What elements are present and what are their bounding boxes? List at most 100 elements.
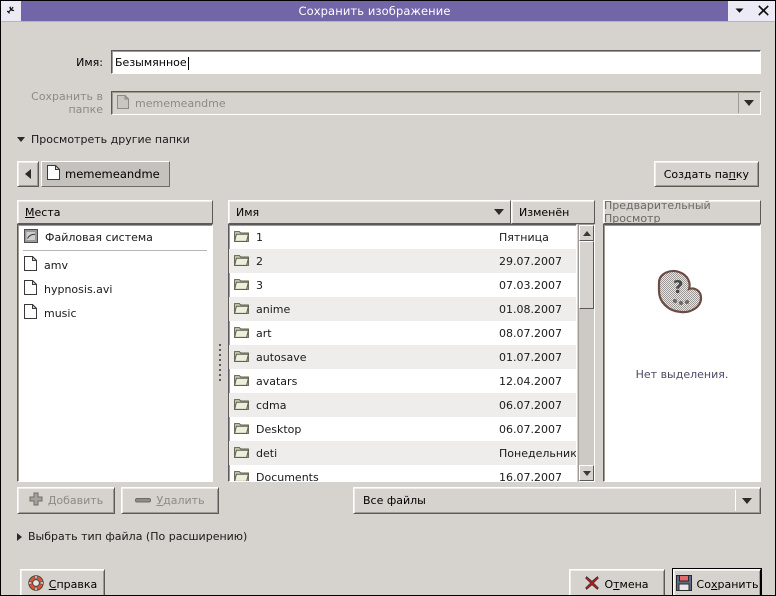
file-name-label: 1 — [256, 231, 263, 244]
window-title: Сохранить изображение — [21, 4, 728, 18]
window-controls — [728, 1, 775, 21]
text-caret — [188, 57, 189, 70]
add-bookmark-label: Добавить — [48, 494, 103, 507]
place-item-filesystem[interactable]: Файловая система — [18, 225, 212, 249]
column-header-name[interactable]: Имя — [228, 200, 511, 224]
window-menu-icon — [735, 6, 744, 17]
scroll-down-button[interactable] — [579, 465, 594, 481]
places-list[interactable]: Файловая система amv — [17, 224, 213, 482]
arrow-down-icon — [583, 471, 591, 476]
pathbar: mememeandme — [17, 161, 170, 187]
path-back-button[interactable] — [17, 161, 39, 187]
file-row[interactable]: detiПонедельник — [229, 441, 576, 465]
create-folder-button[interactable]: Создать папку — [654, 161, 759, 187]
files-list[interactable]: 1 Пятница 229.07.2007307.03.2007 anime 01.08… — [228, 224, 577, 482]
file-row[interactable]: 229.07.2007 — [229, 249, 576, 273]
file-icon — [117, 95, 129, 112]
file-row[interactable]: cdma06.07.2007 — [229, 393, 576, 417]
place-item-amv[interactable]: amv — [18, 253, 212, 277]
cross-icon — [585, 576, 599, 593]
window-menu-button[interactable] — [731, 2, 749, 20]
save-image-dialog: Сохранить изображение Имя: Безымянное — [0, 0, 776, 596]
breadcrumb-mememeandme[interactable]: mememeandme — [41, 161, 170, 187]
file-name-cell: Desktop — [229, 421, 492, 437]
file-name-cell: cdma — [229, 397, 492, 413]
help-button-label: Справка — [49, 578, 97, 591]
filetype-expander[interactable]: Выбрать тип файла (По расширению) — [17, 530, 247, 543]
file-name-label: Documents — [256, 471, 319, 483]
window-pin-button[interactable] — [1, 1, 21, 21]
file-modified-cell: 12.04.2007 — [492, 375, 576, 388]
file-modified-cell: 01.07.2007 — [492, 351, 576, 364]
folder-dropdown-button[interactable] — [738, 93, 759, 113]
file-name-cell: 2 — [229, 253, 492, 269]
files-scrollbar[interactable] — [578, 224, 595, 482]
file-icon — [24, 280, 37, 298]
folder-label: Сохранить в папке — [1, 90, 111, 116]
file-filter-dropdown-button[interactable] — [735, 490, 758, 511]
file-name-label: art — [256, 327, 272, 340]
save-in-folder-combo[interactable]: mememeandme — [111, 91, 761, 115]
triangle-left-icon — [25, 169, 31, 179]
folder-icon — [234, 397, 249, 413]
file-row[interactable]: 307.03.2007 — [229, 273, 576, 297]
help-button[interactable]: Справка — [20, 569, 105, 596]
file-name-cell: Documents — [229, 469, 492, 482]
file-name-cell: autosave — [229, 349, 492, 365]
close-button[interactable] — [754, 2, 772, 20]
place-item-label: Файловая система — [45, 231, 153, 244]
file-row[interactable]: Desktop06.07.2007 — [229, 417, 576, 441]
file-row[interactable]: Documents 16.07.2007 — [229, 465, 576, 482]
save-button-label: Сохранить — [697, 578, 759, 591]
place-item-label: amv — [44, 259, 68, 272]
column-header-modified[interactable]: Изменён — [511, 200, 595, 224]
browse-folders-expander[interactable]: Просмотреть другие папки — [17, 133, 190, 146]
preview-body: ? Нет выделения. — [603, 224, 761, 482]
remove-bookmark-button[interactable]: Удалить — [121, 487, 219, 514]
preview-pane: Предварительный Просмотр ? — [603, 200, 761, 482]
column-header-modified-label: Изменён — [519, 206, 569, 219]
file-row[interactable]: art08.07.2007 — [229, 321, 576, 345]
file-row[interactable]: 1 Пятница — [229, 225, 576, 249]
file-filter-combo[interactable]: Все файлы — [353, 487, 761, 514]
pane-splitter-handle[interactable] — [217, 340, 223, 384]
places-header: Места — [17, 200, 213, 224]
plus-shape-icon — [29, 492, 43, 509]
breadcrumb-label: mememeandme — [65, 167, 160, 181]
file-icon — [24, 304, 37, 322]
file-row[interactable]: autosave01.07.2007 — [229, 345, 576, 369]
file-row[interactable]: avatars12.04.2007 — [229, 369, 576, 393]
file-modified-cell: 01.08.2007 — [492, 303, 576, 316]
scrollbar-track[interactable] — [579, 241, 594, 465]
folder-icon — [234, 301, 249, 317]
place-item-hypnosis-avi[interactable]: hypnosis.avi — [18, 277, 212, 301]
folder-row: Сохранить в папке mememeandme — [1, 90, 776, 116]
file-name-cell: avatars — [229, 373, 492, 389]
folder-icon — [234, 349, 249, 365]
scrollbar-thumb[interactable] — [579, 241, 594, 309]
place-item-music[interactable]: music — [18, 301, 212, 325]
close-icon — [758, 5, 769, 18]
folder-icon — [234, 469, 249, 482]
file-row[interactable]: anime 01.08.2007 — [229, 297, 576, 321]
folder-icon — [234, 421, 249, 437]
file-modified-cell: 07.03.2007 — [492, 279, 576, 292]
file-modified-cell: Пятница — [492, 231, 576, 244]
remove-bookmark-label: Удалить — [156, 494, 204, 507]
cancel-button[interactable]: Отмена — [569, 569, 665, 596]
add-bookmark-button[interactable]: Добавить — [17, 487, 115, 514]
file-name-label: anime — [256, 303, 290, 316]
filename-input[interactable]: Безымянное — [111, 50, 761, 74]
cancel-button-label: Отмена — [604, 578, 648, 591]
preview-empty-text: Нет выделения. — [636, 368, 729, 381]
scroll-up-button[interactable] — [579, 225, 594, 241]
file-name-label: 2 — [256, 255, 263, 268]
file-icon — [24, 256, 37, 274]
column-header-name-label: Имя — [236, 206, 259, 219]
file-modified-cell: 16.07.2007 — [492, 471, 576, 483]
name-label: Имя: — [1, 56, 111, 69]
save-button[interactable]: Сохранить — [673, 569, 761, 596]
floppy-save-icon — [676, 575, 692, 594]
filename-value: Безымянное — [115, 56, 187, 69]
folder-icon — [234, 325, 249, 341]
